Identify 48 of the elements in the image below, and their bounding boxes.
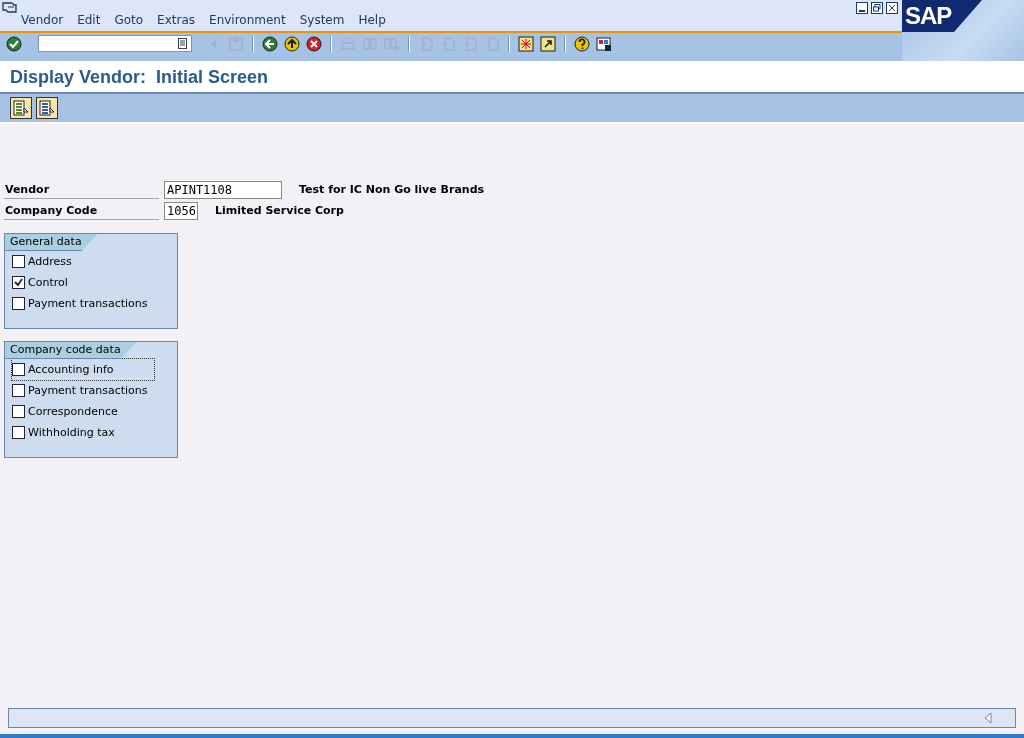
enter-icon[interactable] [6, 35, 22, 52]
checkbox[interactable] [12, 426, 25, 439]
field-label: Vendor [4, 180, 159, 199]
logo: SAP [902, 0, 982, 32]
group-title: Company code data [5, 342, 137, 359]
checkbox[interactable] [12, 255, 25, 268]
checkbox[interactable] [12, 276, 25, 289]
group-title: General data [5, 234, 98, 251]
screen-title: Display Vendor: Initial Screen [10, 66, 270, 89]
close-icon[interactable] [886, 2, 898, 14]
list-arrow-button[interactable] [36, 97, 58, 119]
checkbox[interactable] [12, 384, 25, 397]
field-description: Limited Service Corp [215, 204, 344, 217]
cancel-icon[interactable] [306, 35, 322, 52]
checkbox-label[interactable]: Control [28, 276, 68, 289]
system-menu-icon[interactable] [2, 1, 18, 15]
menu-item[interactable]: Vendor [14, 13, 71, 27]
checkbox-label[interactable]: Accounting info [28, 363, 114, 376]
new-window-icon[interactable] [518, 35, 534, 52]
input-field[interactable]: APINT1108 [164, 180, 282, 199]
collapse-arrow-icon[interactable] [983, 712, 993, 724]
checkbox-label[interactable]: Withholding tax [28, 426, 115, 439]
exit-icon[interactable] [284, 35, 300, 52]
menu-item[interactable]: System [292, 13, 352, 27]
back-icon[interactable] [262, 35, 278, 52]
minimize-icon[interactable] [856, 2, 868, 14]
checkbox-label[interactable]: Correspondence [28, 405, 118, 418]
list-icon[interactable] [178, 38, 187, 49]
field-label: Company Code [4, 201, 159, 220]
help-icon[interactable] [574, 35, 590, 52]
menu-item[interactable]: Extras [150, 13, 203, 27]
layout-icon[interactable] [596, 35, 612, 52]
menu-item[interactable]: Help [351, 13, 393, 27]
restore-icon[interactable] [871, 2, 883, 14]
checkbox[interactable] [12, 363, 25, 376]
shortcut-icon[interactable] [540, 35, 556, 52]
checkbox-label[interactable]: Payment transactions [28, 384, 148, 397]
command-field[interactable] [38, 35, 192, 52]
list-arrow-button[interactable] [10, 97, 32, 119]
checkbox[interactable] [12, 405, 25, 418]
checkbox-label[interactable]: Payment transactions [28, 297, 148, 310]
checkbox-label[interactable]: Address [28, 255, 72, 268]
menu-item[interactable]: Goto [107, 13, 151, 27]
menu-item[interactable]: Edit [70, 13, 108, 27]
input-field[interactable]: 1056 [164, 201, 198, 220]
checkbox[interactable] [12, 297, 25, 310]
field-description: Test for IC Non Go live Brands [299, 183, 485, 196]
menu-item[interactable]: Environment [202, 13, 293, 27]
